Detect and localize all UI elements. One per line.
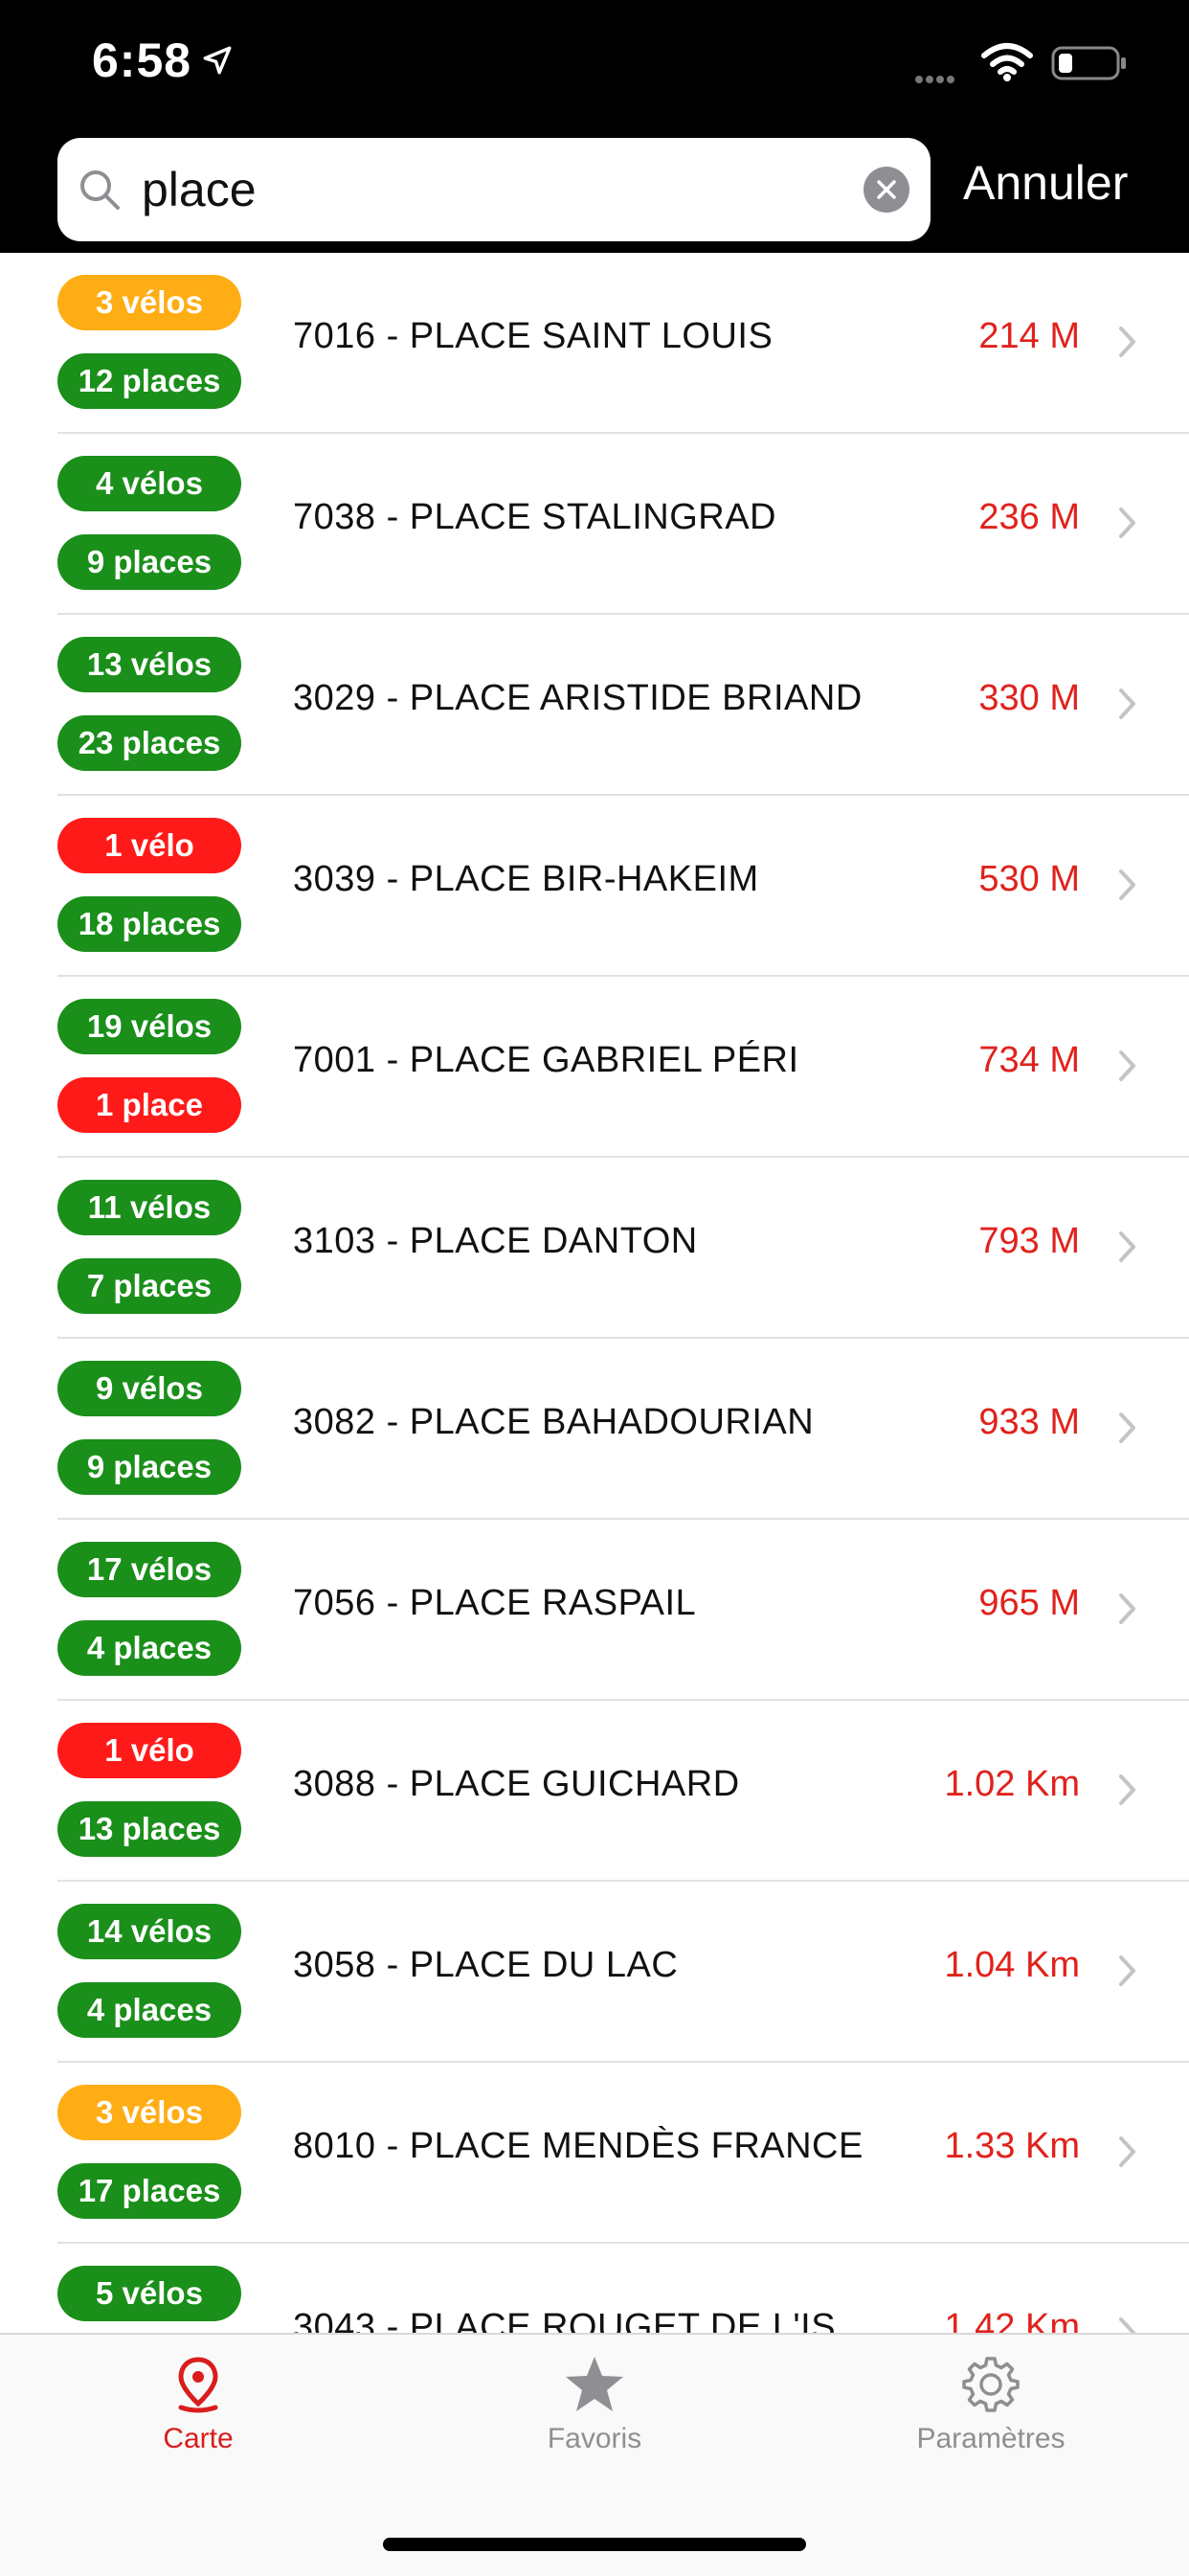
- station-distance: 1.02 Km: [944, 1764, 1080, 1804]
- station-distance: 793 M: [978, 1221, 1080, 1261]
- search-input[interactable]: [142, 153, 869, 226]
- bikes-available-badge: 3 vélos: [57, 275, 241, 330]
- places-available-badge: 1 place: [57, 1077, 241, 1133]
- station-name: 3088 - PLACE GUICHARD: [293, 1764, 740, 1804]
- station-distance: 1.33 Km: [944, 2126, 1080, 2166]
- station-name: 7038 - PLACE STALINGRAD: [293, 497, 776, 537]
- wifi-icon: [981, 43, 1033, 81]
- station-list[interactable]: 3 vélos 12 places 7016 - PLACE SAINT LOU…: [0, 253, 1189, 2333]
- search-icon: [80, 170, 120, 210]
- status-time: 6:58: [92, 34, 192, 87]
- station-distance: 236 M: [978, 497, 1080, 537]
- station-row[interactable]: 5 vélos 3043 - PLACE ROUGET DE L'IS 1.42…: [0, 2244, 1189, 2333]
- station-distance: 530 M: [978, 859, 1080, 899]
- places-available-badge: 17 places: [57, 2163, 241, 2219]
- chevron-right-icon: [1119, 870, 1135, 900]
- station-row[interactable]: 1 vélo 18 places 3039 - PLACE BIR-HAKEIM…: [0, 796, 1189, 977]
- chevron-right-icon: [1119, 2317, 1135, 2333]
- cancel-button[interactable]: Annuler: [963, 155, 1128, 211]
- bikes-available-badge: 14 vélos: [57, 1904, 241, 1959]
- station-distance: 330 M: [978, 678, 1080, 718]
- places-available-badge: 7 places: [57, 1258, 241, 1314]
- station-distance: 1.04 Km: [944, 1945, 1080, 1985]
- bikes-available-badge: 3 vélos: [57, 2085, 241, 2140]
- bikes-available-badge: 1 vélo: [57, 1723, 241, 1778]
- tab-favoris[interactable]: Favoris: [396, 2354, 793, 2497]
- search-header: Annuler: [0, 126, 1189, 253]
- station-name: 3058 - PLACE DU LAC: [293, 1945, 679, 1985]
- station-distance: 965 M: [978, 1583, 1080, 1623]
- tab-label: Carte: [163, 2423, 234, 2454]
- chevron-right-icon: [1119, 1774, 1135, 1805]
- bikes-available-badge: 5 vélos: [57, 2266, 241, 2321]
- places-available-badge: 12 places: [57, 353, 241, 409]
- search-bar[interactable]: [57, 138, 931, 241]
- station-row[interactable]: 3 vélos 12 places 7016 - PLACE SAINT LOU…: [0, 253, 1189, 434]
- station-name: 3039 - PLACE BIR-HAKEIM: [293, 859, 759, 899]
- tab-carte[interactable]: Carte: [0, 2354, 396, 2497]
- station-name: 7016 - PLACE SAINT LOUIS: [293, 316, 774, 356]
- battery-icon: [1051, 46, 1126, 80]
- chevron-right-icon: [1119, 2136, 1135, 2167]
- station-distance: 933 M: [978, 1402, 1080, 1442]
- chevron-right-icon: [1119, 1955, 1135, 1986]
- station-name: 3103 - PLACE DANTON: [293, 1221, 698, 1261]
- places-available-badge: 18 places: [57, 896, 241, 952]
- clear-search-button[interactable]: [864, 167, 909, 213]
- status-bar: 6:58: [0, 0, 1189, 126]
- bikes-available-badge: 13 vélos: [57, 637, 241, 692]
- bikes-available-badge: 11 vélos: [57, 1180, 241, 1235]
- chevron-right-icon: [1119, 327, 1135, 357]
- station-row[interactable]: 4 vélos 9 places 7038 - PLACE STALINGRAD…: [0, 434, 1189, 615]
- places-available-badge: 4 places: [57, 1620, 241, 1676]
- tab-label: Paramètres: [916, 2423, 1066, 2454]
- places-available-badge: 9 places: [57, 534, 241, 590]
- station-name: 7001 - PLACE GABRIEL PÉRI: [293, 1040, 799, 1080]
- bikes-available-badge: 4 vélos: [57, 456, 241, 511]
- chevron-right-icon: [1119, 1412, 1135, 1443]
- cellular-signal-icon: [915, 71, 957, 88]
- location-arrow-icon: [203, 46, 232, 75]
- station-name: 3082 - PLACE BAHADOURIAN: [293, 1402, 815, 1442]
- station-row[interactable]: 14 vélos 4 places 3058 - PLACE DU LAC 1.…: [0, 1882, 1189, 2063]
- map-pin-icon: [178, 2357, 218, 2413]
- chevron-right-icon: [1119, 508, 1135, 538]
- station-row[interactable]: 19 vélos 1 place 7001 - PLACE GABRIEL PÉ…: [0, 977, 1189, 1158]
- station-distance: 734 M: [978, 1040, 1080, 1080]
- chevron-right-icon: [1119, 1593, 1135, 1624]
- tab-label: Favoris: [547, 2423, 642, 2454]
- station-distance: 214 M: [978, 316, 1080, 356]
- station-name: 3043 - PLACE ROUGET DE L'IS: [293, 2307, 837, 2333]
- station-row[interactable]: 13 vélos 23 places 3029 - PLACE ARISTIDE…: [0, 615, 1189, 796]
- bikes-available-badge: 17 vélos: [57, 1542, 241, 1597]
- station-distance: 1.42 Km: [944, 2307, 1080, 2333]
- chevron-right-icon: [1119, 689, 1135, 719]
- places-available-badge: 23 places: [57, 715, 241, 771]
- chevron-right-icon: [1119, 1051, 1135, 1081]
- tab-parametres[interactable]: Paramètres: [793, 2354, 1189, 2497]
- gear-icon: [962, 2357, 1020, 2412]
- station-name: 7056 - PLACE RASPAIL: [293, 1583, 697, 1623]
- close-icon: [877, 180, 896, 199]
- places-available-badge: 9 places: [57, 1439, 241, 1495]
- bikes-available-badge: 19 vélos: [57, 999, 241, 1054]
- station-row[interactable]: 3 vélos 17 places 8010 - PLACE MENDÈS FR…: [0, 2063, 1189, 2244]
- station-name: 3029 - PLACE ARISTIDE BRIAND: [293, 678, 863, 718]
- chevron-right-icon: [1119, 1232, 1135, 1262]
- bikes-available-badge: 1 vélo: [57, 818, 241, 873]
- station-name: 8010 - PLACE MENDÈS FRANCE: [293, 2126, 864, 2166]
- station-row[interactable]: 11 vélos 7 places 3103 - PLACE DANTON 79…: [0, 1158, 1189, 1339]
- station-row[interactable]: 9 vélos 9 places 3082 - PLACE BAHADOURIA…: [0, 1339, 1189, 1520]
- station-row[interactable]: 1 vélo 13 places 3088 - PLACE GUICHARD 1…: [0, 1701, 1189, 1882]
- places-available-badge: 13 places: [57, 1801, 241, 1857]
- bikes-available-badge: 9 vélos: [57, 1361, 241, 1416]
- home-indicator[interactable]: [383, 2538, 806, 2551]
- station-row[interactable]: 17 vélos 4 places 7056 - PLACE RASPAIL 9…: [0, 1520, 1189, 1701]
- places-available-badge: 4 places: [57, 1982, 241, 2038]
- star-icon: [566, 2357, 623, 2411]
